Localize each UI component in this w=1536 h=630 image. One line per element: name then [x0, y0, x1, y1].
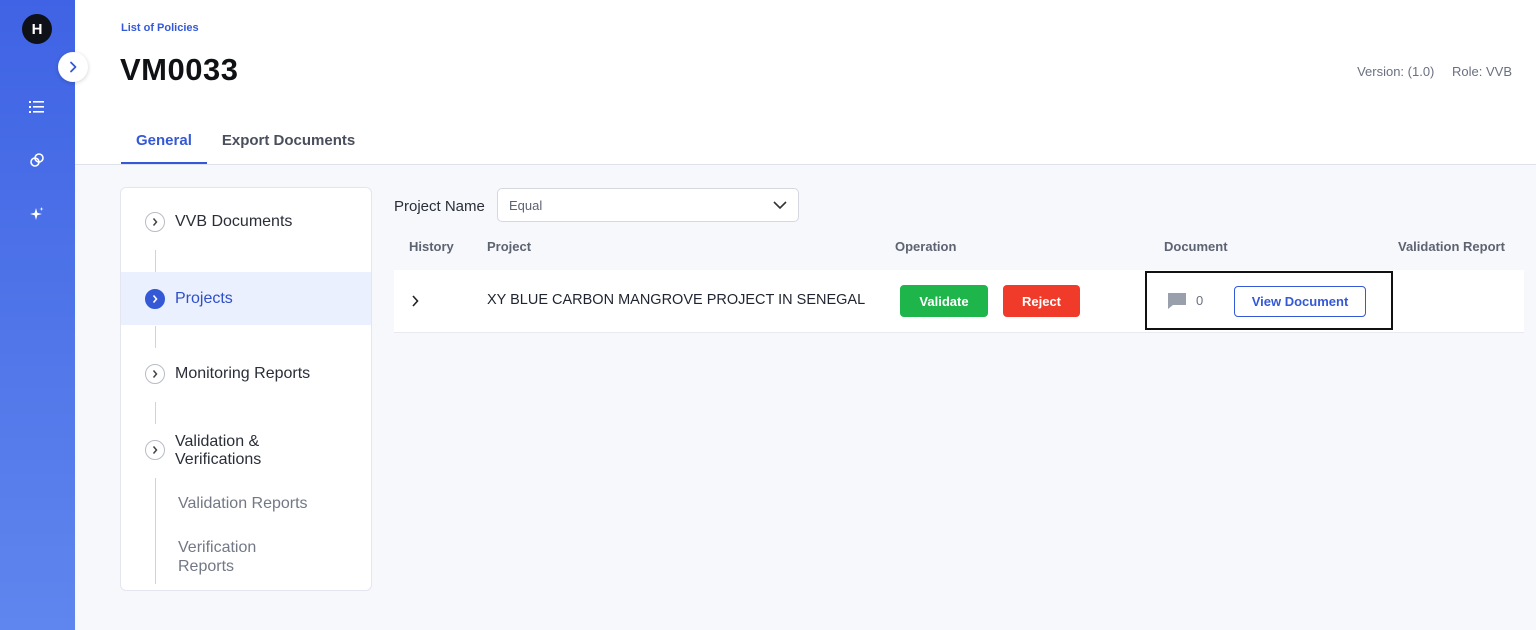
sidebar-expand-button[interactable] [58, 52, 88, 82]
chevron-right-icon [145, 212, 165, 232]
tree-connector [155, 478, 156, 584]
tab-general[interactable]: General [121, 122, 207, 164]
page-header: List of Policies VM0033 Version: (1.0) R… [75, 0, 1536, 165]
tree-connector [155, 250, 156, 272]
role-text: Role: VVB [1452, 64, 1512, 79]
validate-button[interactable]: Validate [900, 285, 988, 317]
reject-button[interactable]: Reject [1003, 285, 1080, 317]
document-cell: 0 View Document [1145, 271, 1393, 330]
tree-item-vvb-documents[interactable]: VVB Documents [121, 202, 371, 242]
tree-item-label: Monitoring Reports [175, 365, 311, 382]
column-header-history: History [409, 239, 454, 254]
list-icon[interactable] [27, 97, 47, 117]
tree-item-validation-verifications[interactable]: Validation & Verifications [121, 428, 371, 472]
column-header-validation-report: Validation Report [1398, 239, 1505, 254]
sparkle-icon[interactable] [27, 204, 47, 224]
tree-item-projects[interactable]: Projects [121, 272, 371, 325]
view-document-button[interactable]: View Document [1234, 286, 1366, 317]
column-header-operation: Operation [895, 239, 957, 254]
column-header-project: Project [487, 239, 532, 254]
comment-count: 0 [1196, 293, 1204, 308]
breadcrumb[interactable]: List of Policies [121, 22, 199, 34]
tree-item-label: Validation & Verifications [175, 433, 262, 468]
tree-item-monitoring-reports[interactable]: Monitoring Reports [121, 354, 371, 394]
policy-meta: Version: (1.0) Role: VVB [1343, 64, 1512, 79]
tree-subitem-validation-reports[interactable]: Validation Reports [178, 494, 308, 513]
version-text: Version: (1.0) [1357, 64, 1435, 79]
tree-subitem-verification-reports[interactable]: Verification Reports [178, 538, 256, 576]
filter-value: Equal [509, 198, 543, 213]
chevron-right-icon [70, 61, 77, 73]
tree-connector [155, 402, 156, 424]
project-name-filter-select[interactable]: Equal [497, 188, 799, 222]
tree-item-label: Projects [175, 289, 233, 307]
column-header-document: Document [1164, 239, 1228, 254]
logo-letter: H [31, 20, 43, 38]
tree-item-label: VVB Documents [175, 213, 293, 230]
project-name-cell: XY BLUE CARBON MANGROVE PROJECT IN SENEG… [487, 292, 866, 308]
chevron-right-icon [145, 364, 165, 384]
tab-bar: General Export Documents [121, 122, 370, 164]
page-title: VM0033 [120, 52, 239, 87]
link-icon[interactable] [27, 150, 47, 170]
comment-icon[interactable] [1167, 292, 1187, 310]
tree-connector [155, 326, 156, 348]
chevron-right-icon[interactable] [410, 294, 420, 308]
filter-label: Project Name [394, 198, 485, 215]
chevron-down-icon [773, 201, 787, 210]
left-rail: H [0, 0, 75, 630]
chevron-right-icon [145, 440, 165, 460]
tab-export-documents[interactable]: Export Documents [207, 122, 370, 164]
app-logo[interactable]: H [22, 14, 52, 44]
policy-steps-panel: VVB Documents Projects Monitoring Report… [120, 187, 372, 591]
chevron-right-icon [145, 288, 165, 309]
